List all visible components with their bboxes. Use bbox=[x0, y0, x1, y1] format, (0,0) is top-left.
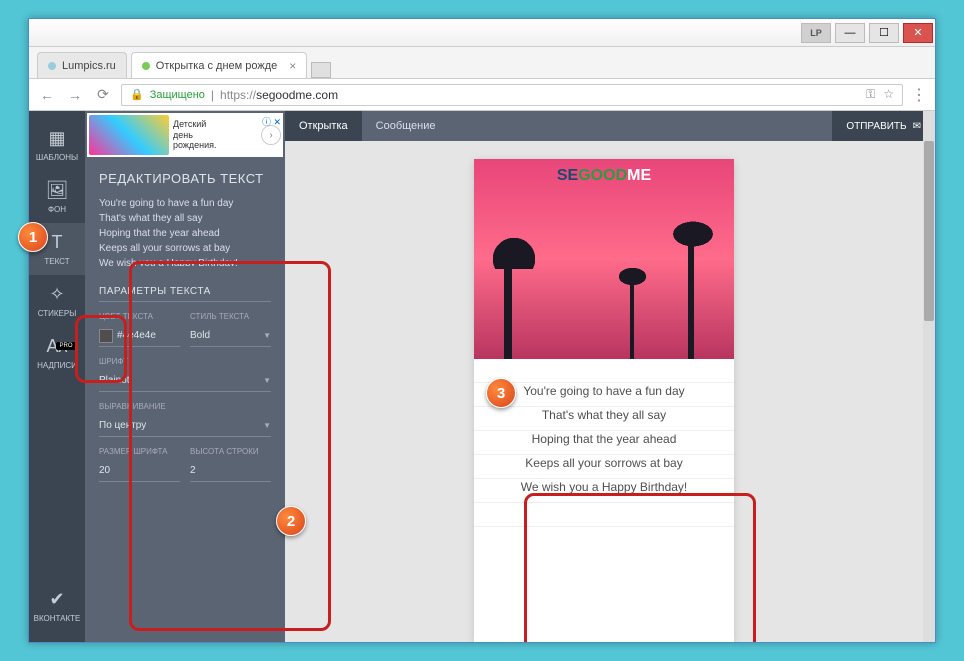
chevron-down-icon: ▼ bbox=[263, 331, 271, 340]
align-label: ВЫРАВНИВАНИЕ bbox=[99, 402, 271, 411]
tab-title: Lumpics.ru bbox=[62, 60, 116, 72]
params-title: ПАРАМЕТРЫ ТЕКСТА bbox=[99, 286, 271, 302]
sidebar-item-captions[interactable]: PRO Aᴀ НАДПИСИ bbox=[29, 327, 85, 379]
browser-tabs: Lumpics.ru Открытка с днем рожде × bbox=[29, 47, 935, 79]
vertical-scrollbar[interactable] bbox=[923, 111, 935, 642]
reload-button[interactable]: ⟳ bbox=[93, 85, 113, 105]
pro-badge: PRO bbox=[56, 342, 75, 350]
address-bar[interactable]: 🔒 Защищено | https://segoodme.com ⚿ ☆ bbox=[121, 84, 903, 106]
editor-topbar: Открытка Сообщение ОТПРАВИТЬ✉ bbox=[285, 111, 935, 141]
logo: SEGOODME bbox=[557, 167, 651, 185]
sticker-icon: ✧ bbox=[49, 284, 64, 305]
minimize-button[interactable]: — bbox=[835, 23, 865, 43]
scrollbar-thumb[interactable] bbox=[924, 141, 934, 321]
sidebar-label: ВКОНТАКТЕ bbox=[34, 614, 81, 623]
sidebar-label: СТИКЕРЫ bbox=[38, 309, 77, 318]
color-input[interactable]: #4e4e4e bbox=[99, 325, 180, 347]
sidebar-item-vk[interactable]: ✔ ВКОНТАКТЕ bbox=[29, 580, 85, 632]
tab-title: Открытка с днем рожде bbox=[156, 60, 278, 72]
tab-message[interactable]: Сообщение bbox=[362, 111, 450, 141]
align-select[interactable]: По центру▼ bbox=[99, 415, 271, 437]
ad-next-icon[interactable]: › bbox=[261, 125, 281, 145]
card-image: SEGOODME bbox=[474, 159, 734, 359]
font-select[interactable]: Plainot▼ bbox=[99, 370, 271, 392]
send-button[interactable]: ОТПРАВИТЬ✉ bbox=[832, 111, 935, 141]
ad-image bbox=[89, 115, 169, 155]
key-icon[interactable]: ⚿ bbox=[866, 87, 875, 102]
callout-marker-3: 3 bbox=[486, 378, 516, 408]
color-swatch bbox=[99, 329, 113, 343]
style-select[interactable]: Bold▼ bbox=[190, 325, 271, 347]
lineheight-label: ВЫСОТА СТРОКИ bbox=[190, 447, 271, 456]
url-text: https://segoodme.com bbox=[220, 88, 338, 102]
chevron-down-icon: ▼ bbox=[263, 421, 271, 430]
star-icon[interactable]: ☆ bbox=[883, 87, 894, 102]
size-label: РАЗМЕР ШРИФТА bbox=[99, 447, 180, 456]
sidebar-label: ФОН bbox=[48, 205, 66, 214]
ad-close-icon[interactable]: ⓘ ✕ bbox=[262, 115, 281, 128]
tab-card[interactable]: Открытка bbox=[285, 111, 362, 141]
maximize-button[interactable]: ☐ bbox=[869, 23, 899, 43]
left-sidebar: ▦ ШАБЛОНЫ 🖼 ФОН T ТЕКСТ ✧ СТИКЕРЫ PRO Aᴀ… bbox=[29, 111, 85, 642]
favicon-icon bbox=[48, 62, 56, 70]
chevron-down-icon: ▼ bbox=[263, 376, 271, 385]
address-row: ← → ⟳ 🔒 Защищено | https://segoodme.com … bbox=[29, 79, 935, 111]
style-label: СТИЛЬ ТЕКСТА bbox=[190, 312, 271, 321]
forward-button[interactable]: → bbox=[65, 85, 85, 105]
close-button[interactable]: ✕ bbox=[903, 23, 933, 43]
sidebar-label: НАДПИСИ bbox=[37, 361, 77, 370]
tab-segoodme[interactable]: Открытка с днем рожде × bbox=[131, 52, 308, 78]
callout-marker-1: 1 bbox=[18, 222, 48, 252]
back-button[interactable]: ← bbox=[37, 85, 57, 105]
sidebar-item-stickers[interactable]: ✧ СТИКЕРЫ bbox=[29, 275, 85, 327]
sidebar-label: ТЕКСТ bbox=[44, 257, 69, 266]
edit-text-title: РЕДАКТИРОВАТЬ ТЕКСТ bbox=[99, 171, 271, 186]
browser-menu-button[interactable]: ⋮ bbox=[911, 85, 927, 105]
lineheight-input[interactable]: 2 bbox=[190, 460, 271, 482]
secure-label: Защищено bbox=[150, 89, 205, 101]
window-titlebar: LP — ☐ ✕ bbox=[29, 19, 935, 47]
color-label: ЦВЕТ ТЕКСТА bbox=[99, 312, 180, 321]
tab-lumpics[interactable]: Lumpics.ru bbox=[37, 52, 127, 78]
text-editor[interactable]: You're going to have a fun day That's wh… bbox=[99, 196, 271, 266]
profile-button[interactable]: LP bbox=[801, 23, 831, 43]
image-icon: 🖼 bbox=[46, 180, 69, 201]
font-label: ШРИФТ bbox=[99, 357, 271, 366]
callout-marker-2: 2 bbox=[276, 506, 306, 536]
text-icon: T bbox=[52, 232, 63, 253]
lock-icon: 🔒 bbox=[130, 88, 144, 101]
templates-icon: ▦ bbox=[48, 128, 65, 149]
browser-window: LP — ☐ ✕ Lumpics.ru Открытка с днем рожд… bbox=[28, 18, 936, 643]
size-input[interactable]: 20 bbox=[99, 460, 180, 482]
edit-panel: Детскийденьрождения. › ⓘ ✕ РЕДАКТИРОВАТЬ… bbox=[85, 111, 285, 642]
send-icon: ✉ bbox=[913, 121, 921, 132]
new-tab-button[interactable] bbox=[311, 62, 331, 78]
ad-banner[interactable]: Детскийденьрождения. › ⓘ ✕ bbox=[87, 113, 283, 157]
canvas-area: SEGOODME You're going to have a fun day … bbox=[285, 141, 923, 642]
close-tab-icon[interactable]: × bbox=[289, 59, 296, 73]
favicon-icon bbox=[142, 62, 150, 70]
ad-text: Детскийденьрождения. bbox=[173, 119, 217, 151]
sidebar-item-background[interactable]: 🖼 ФОН bbox=[29, 171, 85, 223]
vk-icon: ✔ bbox=[49, 589, 64, 610]
sidebar-item-templates[interactable]: ▦ ШАБЛОНЫ bbox=[29, 119, 85, 171]
sidebar-label: ШАБЛОНЫ bbox=[36, 153, 78, 162]
page-content: ▦ ШАБЛОНЫ 🖼 ФОН T ТЕКСТ ✧ СТИКЕРЫ PRO Aᴀ… bbox=[29, 111, 935, 642]
